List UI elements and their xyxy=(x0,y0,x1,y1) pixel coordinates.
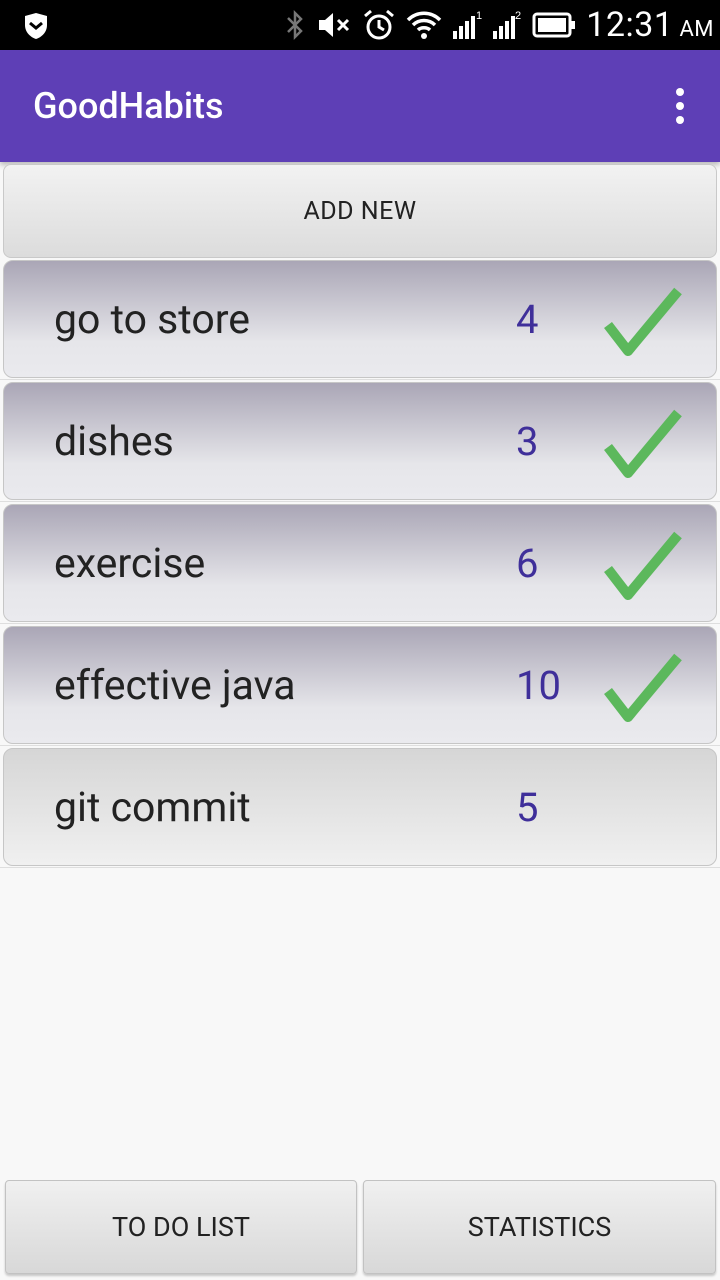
habit-card[interactable]: dishes 3 xyxy=(3,382,717,500)
habit-row[interactable]: dishes 3 xyxy=(0,380,720,502)
habit-row[interactable]: git commit 5 xyxy=(0,746,720,868)
svg-text:1: 1 xyxy=(476,10,482,22)
habit-card[interactable]: effective java 10 xyxy=(3,626,717,744)
habit-card[interactable]: git commit 5 xyxy=(3,748,717,866)
habit-row[interactable]: exercise 6 xyxy=(0,502,720,624)
habit-name: exercise xyxy=(54,540,206,588)
wifi-icon xyxy=(406,11,442,39)
habit-count: 5 xyxy=(516,784,539,831)
status-bar: 1 2 12:31 AM xyxy=(0,0,720,50)
todo-list-button[interactable]: TO DO LIST xyxy=(5,1180,357,1274)
habit-name: git commit xyxy=(54,784,251,832)
check-icon xyxy=(604,531,682,600)
signal-2-icon: 2 xyxy=(493,10,521,39)
habit-card[interactable]: exercise 6 xyxy=(3,504,717,622)
status-time: 12:31 AM xyxy=(586,5,714,45)
add-new-button[interactable]: ADD NEW xyxy=(3,164,717,258)
habit-list: go to store 4 dishes 3 exercise 6 effect… xyxy=(0,258,720,868)
alarm-icon xyxy=(364,9,394,40)
check-icon xyxy=(604,409,682,478)
habit-count: 3 xyxy=(516,418,539,465)
status-icons: 1 2 xyxy=(284,8,576,42)
battery-icon xyxy=(532,12,575,38)
bottom-bar: TO DO LIST STATISTICS xyxy=(0,1178,720,1280)
habit-count: 6 xyxy=(516,540,539,587)
habit-card[interactable]: go to store 4 xyxy=(3,260,717,378)
signal-1-icon: 1 xyxy=(453,10,482,39)
check-icon xyxy=(604,653,682,722)
app-title: GoodHabits xyxy=(33,85,224,127)
app-bar: GoodHabits xyxy=(0,50,720,162)
habit-count: 4 xyxy=(516,296,539,343)
habit-row[interactable]: effective java 10 xyxy=(0,624,720,746)
statistics-button[interactable]: STATISTICS xyxy=(363,1180,716,1274)
mute-icon xyxy=(319,13,350,37)
check-icon xyxy=(604,287,682,356)
bluetooth-icon xyxy=(287,9,303,41)
habit-row[interactable]: go to store 4 xyxy=(0,258,720,380)
overflow-menu-icon[interactable] xyxy=(674,88,686,128)
svg-text:2: 2 xyxy=(515,10,521,22)
shield-icon xyxy=(25,13,47,39)
habit-name: effective java xyxy=(54,662,296,710)
habit-name: go to store xyxy=(54,296,250,344)
habit-count: 10 xyxy=(516,662,561,709)
habit-name: dishes xyxy=(54,418,174,466)
